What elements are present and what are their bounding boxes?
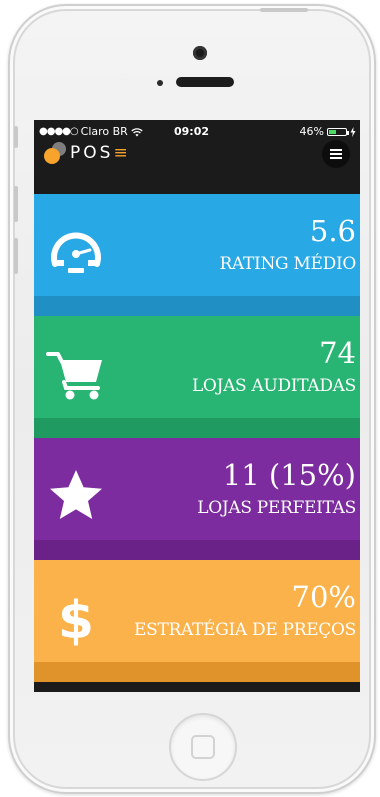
lojas-auditadas-label: LOJAS AUDITADAS: [191, 376, 356, 396]
app-header: POS≡: [34, 138, 360, 196]
shopping-cart-icon: [46, 352, 102, 400]
card-rating-medio[interactable]: 5.6 RATING MÉDIO: [34, 194, 360, 316]
menu-button[interactable]: [322, 140, 350, 168]
carrier-name: Claro BR: [80, 125, 128, 138]
status-left: ●●●●○ Claro BR: [39, 125, 143, 138]
wifi-icon: [131, 127, 143, 136]
card-lojas-perfeitas[interactable]: 11 (15%) LOJAS PERFEITAS: [34, 438, 360, 560]
card-stripe: [34, 540, 360, 560]
front-camera: [193, 46, 207, 60]
card-stripe: [34, 296, 360, 316]
card-lojas-auditadas[interactable]: 74 LOJAS AUDITADAS: [34, 316, 360, 438]
logo-text: POS≡: [70, 143, 131, 163]
hamburger-menu-icon: [330, 149, 342, 159]
mute-switch: [14, 126, 18, 148]
home-button[interactable]: [169, 713, 237, 781]
status-time: 09:02: [174, 125, 210, 138]
status-right: 46%: [300, 125, 356, 138]
speedometer-icon: [51, 232, 101, 273]
rating-value: 5.6: [309, 214, 356, 248]
power-button: [260, 8, 308, 12]
battery-percent: 46%: [299, 125, 324, 138]
logo-mark-icon: [44, 142, 66, 164]
battery-icon: [327, 127, 349, 136]
star-icon: [50, 470, 102, 519]
app-screen: ●●●●○ Claro BR 09:02 46% POS≡ 5.6 RATING…: [34, 120, 360, 692]
volume-up-button: [14, 186, 18, 222]
estrategia-value: 70%: [291, 580, 356, 614]
volume-down-button: [14, 238, 18, 274]
earpiece-speaker: [176, 77, 234, 87]
card-estrategia-precos[interactable]: $ 70% ESTRATÉGIA DE PREÇOS: [34, 560, 360, 682]
bottom-bar: [34, 682, 360, 692]
rating-label: RATING MÉDIO: [219, 254, 356, 274]
card-stripe: [34, 662, 360, 682]
svg-text:$: $: [58, 591, 94, 648]
card-stripe: [34, 418, 360, 438]
signal-strength: ●●●●○: [39, 126, 79, 137]
lojas-perfeitas-value: 11 (15%): [222, 458, 356, 492]
lojas-perfeitas-label: LOJAS PERFEITAS: [197, 498, 356, 518]
estrategia-label: ESTRATÉGIA DE PREÇOS: [134, 620, 356, 640]
dollar-icon: $: [58, 591, 94, 648]
bolt-icon: [350, 126, 356, 137]
battery-fill: [329, 129, 337, 134]
lojas-auditadas-value: 74: [319, 336, 356, 370]
pose-logo[interactable]: POS≡: [44, 142, 131, 164]
proximity-sensor: [157, 80, 163, 86]
status-bar: ●●●●○ Claro BR 09:02 46%: [34, 120, 360, 140]
